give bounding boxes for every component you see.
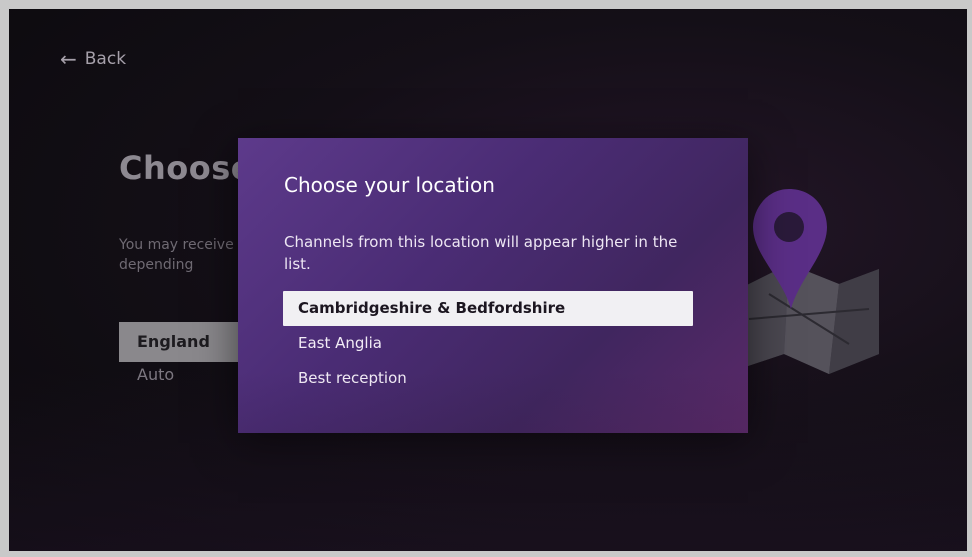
arrow-left-icon: ← xyxy=(60,47,77,71)
option-east-anglia[interactable]: East Anglia xyxy=(283,326,693,361)
location-dialog: Choose your location Channels from this … xyxy=(238,138,748,433)
tv-screen: ← Back Choose You may receive channels d… xyxy=(9,9,967,551)
back-label: Back xyxy=(84,49,127,69)
option-cambridgeshire-bedfordshire[interactable]: Cambridgeshire & Bedfordshire xyxy=(283,291,693,326)
location-options: Cambridgeshire & Bedfordshire East Angli… xyxy=(283,291,693,396)
option-best-reception[interactable]: Best reception xyxy=(283,361,693,396)
dialog-title: Choose your location xyxy=(284,173,495,197)
dialog-description: Channels from this location will appear … xyxy=(284,233,678,273)
location-pin-map-icon xyxy=(739,189,879,374)
page-title: Choose xyxy=(119,149,253,187)
back-button[interactable]: ← Back xyxy=(60,47,126,71)
